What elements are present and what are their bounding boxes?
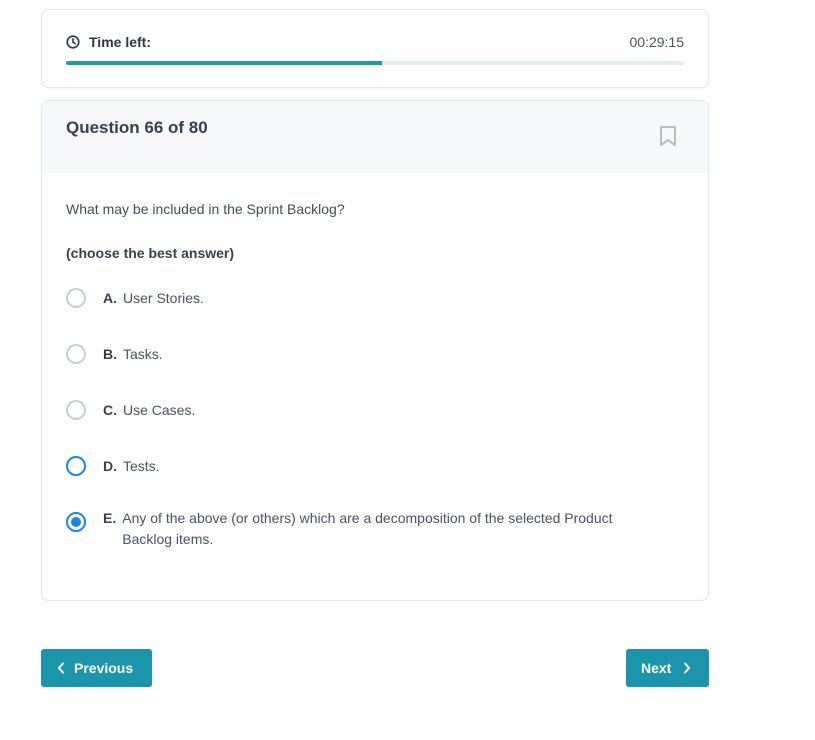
question-hint: (choose the best answer) — [66, 245, 235, 261]
option-e[interactable]: E. Any of the above (or others) which ar… — [66, 508, 666, 550]
option-b[interactable]: B. Tasks. — [66, 344, 666, 365]
option-text: Any of the above (or others) which are a… — [122, 510, 613, 547]
bookmark-icon — [660, 126, 676, 146]
next-button[interactable]: Next — [626, 649, 709, 687]
option-b-radio[interactable] — [66, 344, 86, 364]
option-a-label[interactable]: A. User Stories. — [103, 288, 653, 309]
question-header: Question 66 of 80 — [42, 101, 708, 173]
chevron-right-icon — [684, 662, 691, 674]
timer-progress-track — [66, 61, 684, 65]
option-a-radio[interactable] — [66, 288, 86, 308]
option-text: Tasks. — [123, 346, 163, 362]
timer-row: Time left: 00:29:15 — [66, 34, 684, 50]
next-button-label: Next — [641, 660, 672, 676]
option-letter: D. — [103, 458, 117, 474]
question-title: Question 66 of 80 — [66, 118, 208, 137]
option-c[interactable]: C. Use Cases. — [66, 400, 666, 421]
option-c-radio[interactable] — [66, 400, 86, 420]
previous-button[interactable]: Previous — [41, 649, 152, 687]
timer-value: 00:29:15 — [629, 34, 685, 50]
option-letter: C. — [103, 402, 117, 418]
option-d-radio[interactable] — [66, 456, 86, 476]
timer-progress-fill — [66, 61, 383, 65]
option-a[interactable]: A. User Stories. — [66, 288, 666, 309]
option-d-label[interactable]: D. Tests. — [103, 456, 653, 477]
timer-label-group: Time left: — [66, 34, 151, 50]
option-e-radio[interactable] — [66, 512, 86, 532]
option-text: Use Cases. — [123, 402, 196, 418]
timer-label: Time left: — [89, 34, 151, 50]
chevron-left-icon — [57, 662, 64, 674]
option-text: Tests. — [123, 458, 160, 474]
previous-button-label: Previous — [74, 660, 134, 676]
option-letter: B. — [103, 346, 117, 362]
option-letter: A. — [103, 290, 117, 306]
option-text: User Stories. — [123, 290, 204, 306]
bookmark-button[interactable] — [659, 125, 677, 152]
option-d[interactable]: D. Tests. — [66, 456, 666, 477]
option-b-label[interactable]: B. Tasks. — [103, 344, 653, 365]
option-c-label[interactable]: C. Use Cases. — [103, 400, 653, 421]
option-e-label[interactable]: E. Any of the above (or others) which ar… — [103, 508, 652, 550]
clock-icon — [66, 35, 80, 49]
timer-card: Time left: 00:29:15 — [41, 9, 709, 88]
question-text: What may be included in the Sprint Backl… — [66, 201, 345, 217]
option-letter: E. — [103, 510, 117, 526]
question-card: Question 66 of 80 What may be included i… — [41, 100, 709, 601]
